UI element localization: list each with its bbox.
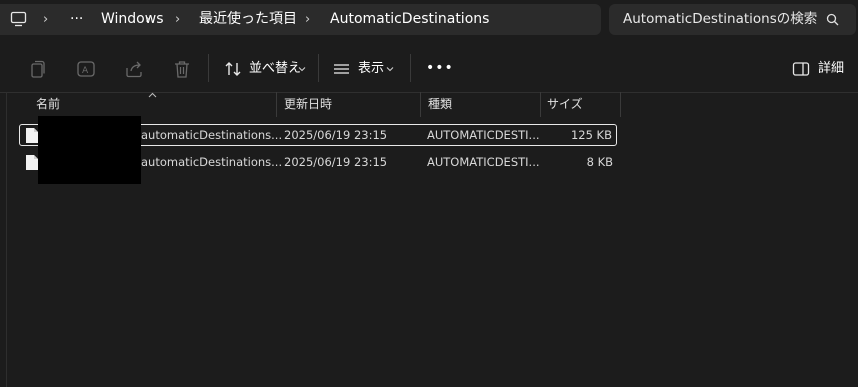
- delete-icon[interactable]: [171, 58, 193, 80]
- sort-button-label[interactable]: 並べ替え: [249, 59, 301, 79]
- details-pane-icon[interactable]: [791, 58, 813, 80]
- command-bar: A 並べ替え 表示 ••• 詳細: [0, 45, 858, 93]
- chevron-down-icon[interactable]: [386, 66, 394, 72]
- column-header-name[interactable]: 名前: [36, 92, 60, 118]
- toolbar-divider: [208, 54, 209, 82]
- breadcrumb-windows[interactable]: Windows: [101, 4, 164, 35]
- column-header-size[interactable]: サイズ: [547, 92, 583, 118]
- view-button-label[interactable]: 表示: [358, 59, 384, 79]
- rename-icon[interactable]: A: [75, 58, 97, 80]
- file-name: automaticDestinations...: [141, 128, 283, 142]
- column-header-row: 名前 更新日時 種類 サイズ: [0, 92, 858, 118]
- chevron-right-icon[interactable]: ›: [305, 4, 310, 35]
- column-divider[interactable]: [620, 92, 621, 117]
- file-icon: [26, 155, 38, 170]
- chevron-down-icon[interactable]: [298, 66, 306, 72]
- file-size: 125 KB: [570, 128, 612, 142]
- search-icon[interactable]: [826, 13, 839, 26]
- sort-ascending-icon: [148, 92, 157, 98]
- chevron-right-icon[interactable]: ›: [175, 4, 180, 35]
- column-divider[interactable]: [420, 92, 421, 117]
- computer-icon[interactable]: [10, 11, 27, 28]
- breadcrumb-overflow[interactable]: ···: [70, 4, 83, 35]
- breadcrumb-recent-items[interactable]: 最近使った項目: [199, 4, 297, 35]
- view-list-icon[interactable]: [331, 58, 353, 80]
- column-divider[interactable]: [540, 92, 541, 117]
- toolbar-divider: [410, 54, 411, 82]
- redaction-block: [38, 116, 141, 184]
- share-icon[interactable]: [123, 58, 145, 80]
- copy-icon[interactable]: [27, 58, 49, 80]
- more-options-button[interactable]: •••: [426, 58, 454, 78]
- file-size: 8 KB: [586, 155, 613, 169]
- column-header-type[interactable]: 種類: [428, 92, 452, 118]
- file-icon: [26, 128, 38, 143]
- column-divider[interactable]: [276, 92, 277, 117]
- address-bar-area: › ··· › Windows › 最近使った項目 › AutomaticDes…: [0, 0, 858, 42]
- navigation-pane-edge: [6, 92, 7, 387]
- address-bar[interactable]: › ··· › Windows › 最近使った項目 › AutomaticDes…: [0, 4, 601, 35]
- file-modified-date: 2025/06/19 23:15: [284, 155, 388, 169]
- sort-icon[interactable]: [222, 58, 244, 80]
- details-button-label[interactable]: 詳細: [818, 59, 844, 79]
- file-modified-date: 2025/06/19 23:15: [284, 128, 388, 142]
- breadcrumb-automatic-destinations[interactable]: AutomaticDestinations: [330, 4, 489, 35]
- search-input[interactable]: AutomaticDestinationsの検索: [609, 4, 856, 35]
- file-name: automaticDestinations...: [141, 155, 283, 169]
- svg-text:A: A: [82, 66, 89, 76]
- toolbar-divider: [318, 54, 319, 82]
- chevron-right-icon: ›: [43, 12, 49, 27]
- file-type: AUTOMATICDESTI...: [427, 128, 540, 142]
- search-placeholder: AutomaticDestinationsの検索: [623, 11, 818, 27]
- file-type: AUTOMATICDESTI...: [427, 155, 540, 169]
- column-header-date[interactable]: 更新日時: [284, 92, 332, 118]
